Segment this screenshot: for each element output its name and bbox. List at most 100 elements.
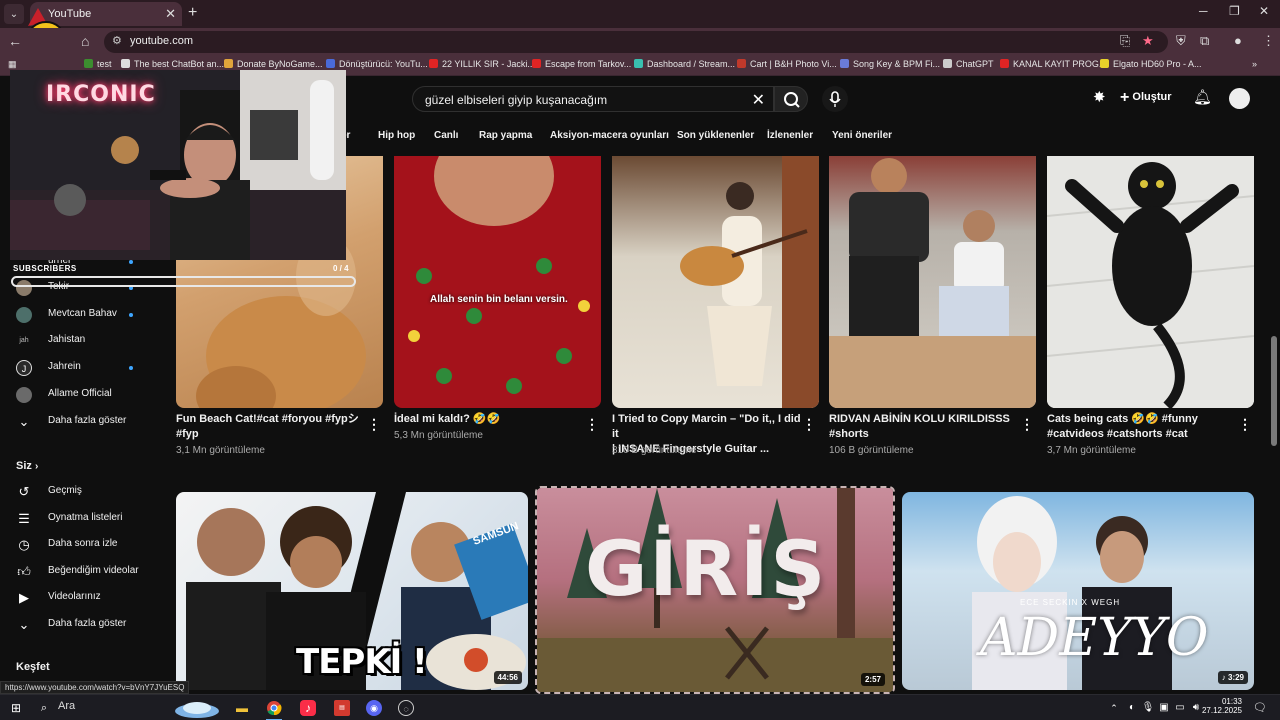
short-thumbnail-2[interactable]: Allah senin bin belanı versin. [394, 156, 601, 408]
short-thumbnail-3[interactable] [612, 156, 819, 408]
bookmark-item[interactable]: Cart | B&H Photo Vi... [737, 59, 837, 69]
sidebar-item-playlists[interactable]: ☰ Oynatma listeleri [16, 507, 166, 533]
back-icon[interactable]: ← [8, 33, 22, 49]
address-bar[interactable]: ⚙ youtube.com [104, 31, 1168, 53]
chip[interactable]: Aksiyon-macera oyunları [550, 130, 669, 141]
more-actions-icon[interactable]: ⋮ [1020, 416, 1034, 433]
sidebar-you-heading[interactable]: Siz › [16, 460, 38, 472]
search-button[interactable] [774, 86, 808, 112]
more-actions-icon[interactable]: ⋮ [585, 416, 599, 433]
taskbar-clock[interactable]: 01:33 27.12.2025 [1200, 697, 1242, 715]
more-actions-icon[interactable]: ⋮ [802, 416, 816, 433]
network-icon[interactable]: ▭ [1172, 700, 1188, 716]
sidebar-show-more-you[interactable]: ⌄ Daha fazla göster [16, 613, 166, 639]
video-thumbnail-adeyyo[interactable]: ECE SECKIN X WEGH ADEYYO ♪ 3:29 [902, 492, 1254, 690]
short-title[interactable]: RIDVAN ABİNİN KOLU KIRILDISSS #shorts [829, 412, 1014, 442]
home-icon[interactable]: ⌂ [81, 33, 89, 49]
file-explorer-icon[interactable]: ▬ [234, 700, 250, 716]
sidebar-show-more-subscriptions[interactable]: ⌄ Daha fazla göster [16, 410, 166, 436]
profile-icon[interactable]: ● [1234, 33, 1242, 48]
bookmark-item[interactable]: 22 YILLIK SIR - Jacki... [429, 59, 535, 69]
sidebar-explore-heading: Keşfet [16, 661, 50, 673]
thumbs-up-icon: 👍︎ [17, 564, 31, 579]
short-thumbnail-4[interactable] [829, 156, 1036, 408]
address-url[interactable]: youtube.com [130, 35, 193, 47]
widgets-icon[interactable] [172, 697, 222, 719]
install-app-icon[interactable]: ⎘ [1120, 33, 1130, 49]
chip[interactable]: Son yüklenenler [677, 130, 754, 141]
sidebar-item-watch-later[interactable]: ◷ Daha sonra izle [16, 533, 166, 559]
search-query[interactable]: güzel elbiseleri giyip kuşanacağım [425, 93, 607, 107]
window-close-icon[interactable]: ✕ [1259, 4, 1269, 18]
bookmarks-overflow-icon[interactable]: » [1252, 59, 1257, 69]
more-actions-icon[interactable]: ⋮ [1238, 416, 1252, 433]
short-views: 310 B görüntüleme [612, 445, 697, 456]
minimize-icon[interactable]: ─ [1199, 4, 1208, 18]
new-tab-button[interactable]: + [188, 4, 197, 22]
bookmark-item[interactable]: test [84, 59, 112, 69]
extensions-icon[interactable]: ⧉ [1200, 33, 1209, 49]
site-info-icon[interactable]: ⚙ [112, 34, 122, 47]
bookmark-item[interactable]: Dönüştürücü: YouTu... [326, 59, 428, 69]
video-thumbnail-giris-focused[interactable]: GİRİŞ 2:57 [535, 486, 895, 694]
clear-search-icon[interactable]: ✕ [752, 90, 765, 110]
short-title[interactable]: İdeal mi kaldı? 🤣🤣 [394, 412, 579, 427]
discord-icon[interactable]: ◉ [366, 700, 382, 716]
more-actions-icon[interactable]: ⋮ [367, 416, 381, 433]
thumbnail-title-text: ADEYYO [980, 608, 1209, 668]
bookmark-item[interactable]: The best ChatBot an... [121, 59, 224, 69]
display-tray-icon[interactable]: ▣ [1156, 700, 1172, 716]
bookmark-item[interactable]: KANAL KAYIT PROG... [1000, 59, 1106, 69]
short-thumbnail-5[interactable] [1047, 156, 1254, 408]
sidebar-item-history[interactable]: ↺ Geçmiş [16, 480, 166, 506]
start-windows-icon[interactable]: ⊞ [8, 700, 24, 716]
app-icon[interactable]: ▤ [334, 700, 350, 716]
short-title[interactable]: Fun Beach Cat!#cat #foryou #fypシ #fyp [176, 412, 361, 442]
chip[interactable]: Canlı [434, 130, 458, 141]
bookmark-item[interactable]: Escape from Tarkov... [532, 59, 631, 69]
bookmark-item[interactable]: Elgato HD60 Pro - A... [1100, 59, 1202, 69]
video-thumbnail-tepki[interactable]: SAMSUN TEPKİ ! 44:56 [176, 492, 528, 690]
chip[interactable]: Rap yapma [479, 130, 532, 141]
tab-close-icon[interactable]: ✕ [165, 2, 176, 26]
bookmark-item[interactable]: Donate ByNoGame... [224, 59, 323, 69]
notification-center-icon[interactable]: 🗨︎ [1252, 700, 1268, 716]
voice-search-button[interactable] [822, 86, 848, 112]
chrome-icon[interactable] [266, 700, 282, 716]
search-icon[interactable]: ⌕ [36, 700, 52, 716]
chevron-up-icon[interactable]: ⌃ [1106, 700, 1122, 716]
tray-app-icon[interactable]: ◐ [1124, 700, 1140, 716]
page-scrollbar-thumb[interactable] [1271, 336, 1277, 446]
sidebar-item-your-videos[interactable]: ▶ Videolarınız [16, 586, 166, 612]
create-button[interactable]: + Oluştur [1120, 89, 1172, 107]
sidebar-item-liked-videos[interactable]: 👍︎ Beğendiğim videolar [16, 560, 166, 586]
chip[interactable]: Yeni öneriler [832, 130, 892, 141]
premium-icon[interactable]: ✸ [1093, 88, 1106, 106]
music-app-icon[interactable]: ♪ [300, 700, 316, 716]
short-title[interactable]: Cats being cats 🤣🤣 #funny #catvideos #cat… [1047, 412, 1232, 442]
bookmark-star-icon[interactable]: ★ [1142, 33, 1154, 49]
account-avatar[interactable] [1229, 88, 1250, 109]
chip[interactable]: İzlenenler [767, 130, 813, 141]
bookmark-item[interactable]: Dashboard / Stream... [634, 59, 735, 69]
mic-tray-icon[interactable]: 🎙︎ [1140, 700, 1156, 716]
sidebar-channel-jahrein[interactable]: J Jahrein [16, 356, 166, 382]
shield-icon[interactable]: ⛨ [1176, 33, 1186, 49]
bookmark-item[interactable]: Song Key & BPM Fi... [840, 59, 940, 69]
restore-icon[interactable]: ❐ [1229, 4, 1240, 18]
notifications-icon[interactable]: 🔔︎ [1193, 88, 1212, 106]
search-input[interactable]: güzel elbiseleri giyip kuşanacağım ✕ [412, 86, 774, 112]
video-icon: ▶ [19, 590, 29, 605]
sidebar-channel-allame[interactable]: Allame Official [16, 383, 166, 409]
show-more-label: Daha fazla göster [48, 415, 127, 426]
browser-menu-icon[interactable]: ⋮ [1262, 33, 1275, 49]
apps-grid-icon[interactable]: ▦ [8, 59, 17, 70]
bookmark-item[interactable]: ChatGPT [943, 59, 994, 69]
sidebar-channel-mevtcan[interactable]: Mevtcan Bahav [16, 303, 166, 329]
sidebar-channel-jahistan[interactable]: jah Jahistan [16, 329, 166, 355]
obs-icon[interactable]: ◌ [398, 700, 414, 716]
windows-taskbar: ⊞ ⌕ Ara ▬ ♪ ▤ ◉ ◌ ⌃ ◐ 🎙︎ ▣ ▭ 🔊︎ 01:33 27… [0, 694, 1280, 720]
taskbar-search-label[interactable]: Ara [58, 700, 75, 712]
chip[interactable]: Hip hop [378, 130, 415, 141]
sidebar-item-label: Videolarınız [48, 591, 101, 602]
